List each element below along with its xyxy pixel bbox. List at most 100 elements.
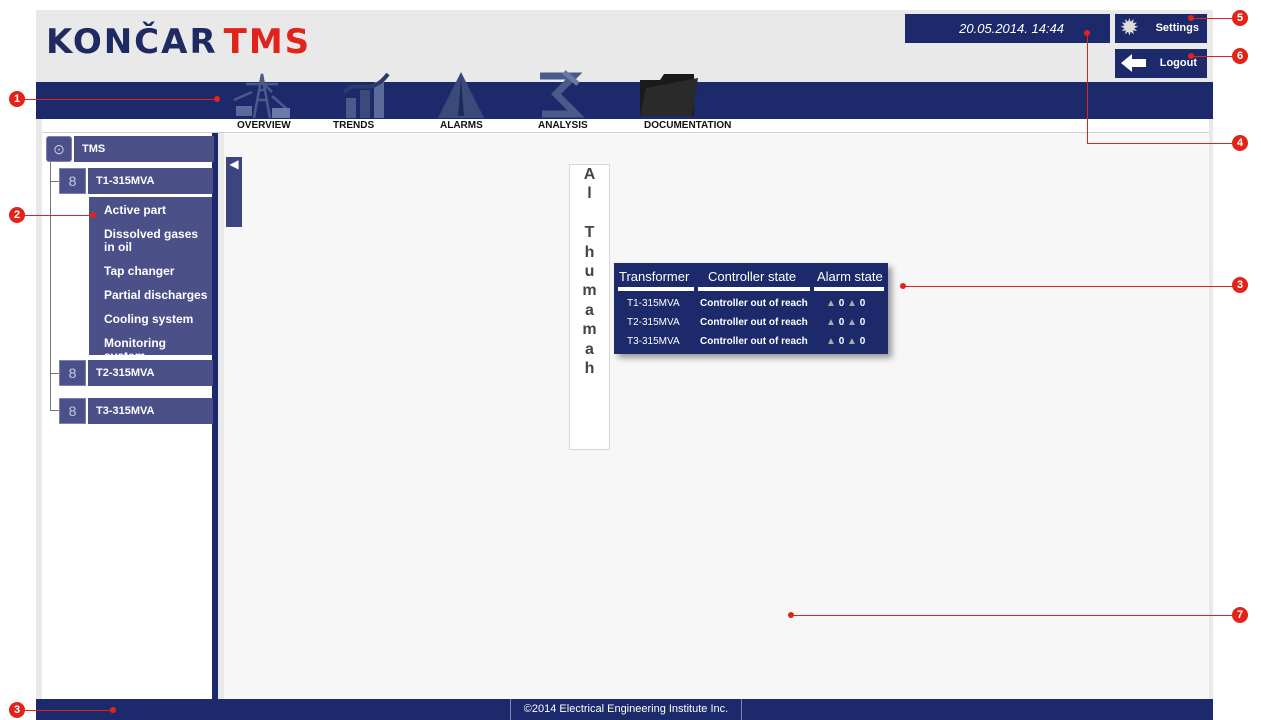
callout-line bbox=[903, 286, 1233, 287]
nav-overview-label: OVERVIEW bbox=[237, 120, 291, 131]
alarm-count: 0 bbox=[859, 336, 866, 347]
callout-line bbox=[1191, 18, 1233, 19]
copyright-text: ©2014 Electrical Engineering Institute I… bbox=[510, 699, 742, 720]
title-letter: a bbox=[585, 301, 594, 319]
alarm-count: 0 bbox=[859, 298, 866, 309]
callout-dot bbox=[1188, 15, 1194, 21]
table-header-controller-state: Controller state bbox=[708, 269, 797, 284]
tree-item-partial-discharges[interactable]: Partial discharges bbox=[104, 289, 209, 302]
collapse-sidebar-button[interactable]: ◀ bbox=[226, 157, 242, 227]
logo-product: TMS bbox=[223, 22, 312, 62]
callout-dot bbox=[214, 96, 220, 102]
nav-documentation-label: DOCUMENTATION bbox=[644, 120, 732, 131]
footer-bar: ©2014 Electrical Engineering Institute I… bbox=[36, 699, 1213, 720]
alarm-count: 0 bbox=[838, 336, 845, 347]
header-underline bbox=[698, 287, 810, 291]
callout-line bbox=[1087, 33, 1088, 143]
tree-item-tap-changer[interactable]: Tap changer bbox=[104, 265, 209, 278]
transformer-status-table: Transformer Controller state Alarm state… bbox=[614, 263, 888, 354]
title-letter: h bbox=[584, 359, 595, 377]
cell-transformer: T3-315MVA bbox=[627, 336, 680, 347]
tree-item-active-part[interactable]: Active part bbox=[104, 204, 209, 217]
cell-transformer: T1-315MVA bbox=[627, 298, 680, 309]
callout-dot bbox=[1084, 30, 1090, 36]
header-underline bbox=[618, 287, 694, 291]
folder-icon bbox=[638, 70, 700, 125]
cell-controller-state: Controller out of reach bbox=[700, 298, 808, 309]
tree-node-tms-label: TMS bbox=[82, 143, 106, 155]
callout-line bbox=[792, 615, 1233, 616]
warning-icon: ▲ bbox=[847, 336, 857, 347]
tree-item-cooling-system[interactable]: Cooling system bbox=[104, 313, 209, 326]
warning-icon: ▲ bbox=[826, 336, 836, 347]
tree-node-tms[interactable]: TMS bbox=[74, 136, 214, 162]
title-letter: T bbox=[584, 224, 595, 242]
cell-transformer: T2-315MVA bbox=[627, 317, 680, 328]
tree-node-t2-label: T2-315MVA bbox=[96, 367, 155, 379]
callout-line bbox=[17, 99, 217, 100]
callout-badge-6: 6 bbox=[1232, 48, 1248, 64]
callout-line bbox=[1087, 143, 1233, 144]
tree-node-t3-label: T3-315MVA bbox=[96, 405, 155, 417]
transformer-icon: 8 bbox=[59, 360, 86, 386]
tree-node-t1-label: T1-315MVA bbox=[96, 175, 155, 187]
callout-line bbox=[17, 215, 94, 216]
table-header-transformer: Transformer bbox=[619, 269, 690, 284]
nav-alarms-label: ALARMS bbox=[440, 120, 483, 131]
title-letter: a bbox=[585, 340, 594, 358]
warning-icon bbox=[436, 70, 486, 125]
analysis-sigma-icon bbox=[534, 70, 585, 125]
datetime-display: 20.05.2014. 14:44 bbox=[905, 14, 1110, 43]
alarm-counts: ▲ 0 ▲ 0 bbox=[826, 336, 865, 347]
alarm-count: 0 bbox=[838, 317, 845, 328]
trend-chart-icon bbox=[340, 70, 395, 125]
title-letter: u bbox=[584, 262, 595, 280]
warning-icon: ▲ bbox=[847, 317, 857, 328]
callout-badge-4: 4 bbox=[1232, 135, 1248, 151]
alarm-counts: ▲ 0 ▲ 0 bbox=[826, 317, 865, 328]
callout-line bbox=[1191, 56, 1233, 57]
alarm-count: 0 bbox=[859, 317, 866, 328]
nav-trends-label: TRENDS bbox=[333, 120, 375, 131]
cell-controller-state: Controller out of reach bbox=[700, 317, 808, 328]
konzar-tms-logo: KONČAR TMS bbox=[46, 22, 311, 62]
arrow-left-icon bbox=[1119, 52, 1149, 77]
tms-root-icon: ⊙ bbox=[46, 136, 72, 162]
callout-dot bbox=[110, 707, 116, 713]
callout-dot bbox=[788, 612, 794, 618]
callout-dot bbox=[1188, 53, 1194, 59]
header-underline bbox=[814, 287, 884, 291]
callout-badge-7: 7 bbox=[1232, 607, 1248, 623]
title-letter: h bbox=[584, 243, 595, 261]
title-letter: A bbox=[583, 166, 596, 183]
title-letter: m bbox=[582, 282, 597, 300]
nav-analysis-label: ANALYSIS bbox=[538, 120, 588, 131]
callout-badge-2: 2 bbox=[9, 207, 25, 223]
callout-dot bbox=[90, 212, 96, 218]
transformer-icon: 8 bbox=[59, 398, 86, 424]
cell-controller-state: Controller out of reach bbox=[700, 336, 808, 347]
menu-label-bar bbox=[42, 119, 1209, 133]
warning-icon: ▲ bbox=[826, 298, 836, 309]
vertical-title: A l T h u m a m a h bbox=[569, 164, 610, 450]
callout-line bbox=[17, 710, 114, 711]
callout-badge-5: 5 bbox=[1232, 10, 1248, 26]
main-navbar bbox=[36, 82, 1213, 119]
arrow-left-icon: ◀ bbox=[229, 157, 239, 171]
tree-item-dissolved-gases[interactable]: Dissolved gases in oil bbox=[104, 228, 209, 254]
tree-node-t1[interactable]: T1-315MVA bbox=[88, 168, 213, 194]
callout-badge-3-table: 3 bbox=[1232, 277, 1248, 293]
callout-badge-3-footer: 3 bbox=[9, 702, 25, 718]
callout-dot bbox=[900, 283, 906, 289]
logo-brand: KONČAR bbox=[46, 22, 218, 62]
table-header-alarm-state: Alarm state bbox=[817, 269, 883, 284]
tree-node-t3[interactable]: T3-315MVA bbox=[88, 398, 213, 424]
transmission-tower-icon bbox=[232, 70, 292, 125]
title-letter: l bbox=[587, 185, 592, 203]
alarm-counts: ▲ 0 ▲ 0 bbox=[826, 298, 865, 309]
gear-icon: ✹ bbox=[1121, 17, 1138, 39]
tree-node-t2[interactable]: T2-315MVA bbox=[88, 360, 213, 386]
alarm-count: 0 bbox=[838, 298, 845, 309]
transformer-icon: 8 bbox=[59, 168, 86, 194]
warning-icon: ▲ bbox=[847, 298, 857, 309]
